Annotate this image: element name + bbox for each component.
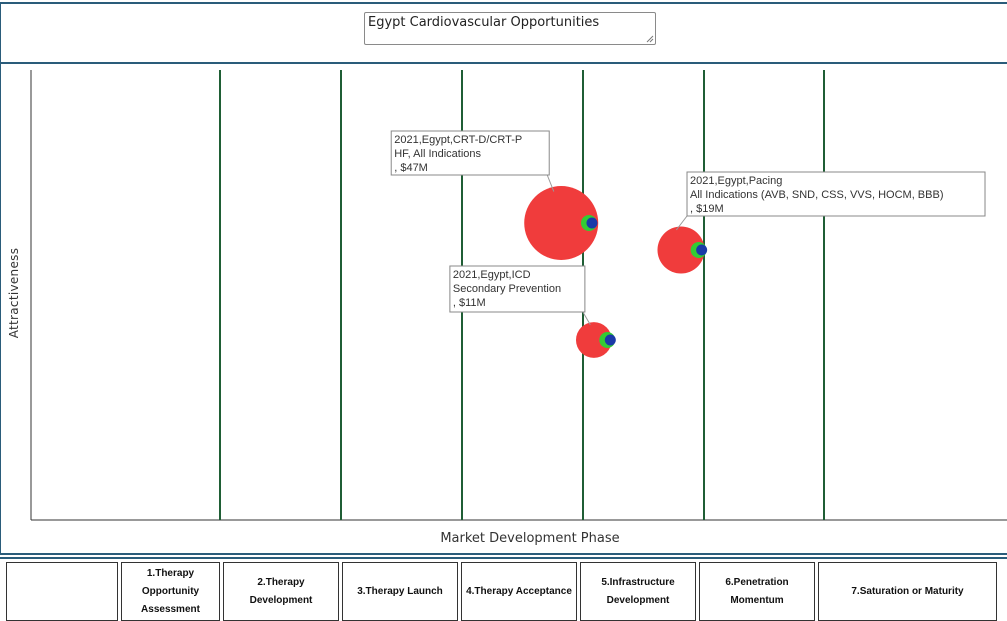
bubble-label-text: Secondary Prevention: [453, 283, 561, 295]
bubble-label-text: 2021,Egypt,CRT-D/CRT-P: [394, 134, 522, 146]
bubble-label-text: , $47M: [394, 162, 428, 174]
phase-cell: 4.Therapy Acceptance: [461, 562, 577, 621]
bubble-chart: 2021,Egypt,CRT-D/CRT-P HF, All Indication…: [30, 70, 1007, 521]
phase-cell: 3.Therapy Launch: [342, 562, 458, 621]
bubble-label-text: HF, All Indications: [394, 148, 481, 160]
phase-cell: 5.Infrastructure Development: [580, 562, 696, 621]
bubble-center-marker: [696, 244, 708, 256]
bubble-label-text: All Indications (AVB, SND, CSS, VVS, HOC…: [690, 189, 943, 201]
bubble-label-text: 2021,Egypt,Pacing: [690, 175, 782, 187]
phase-cell: [6, 562, 118, 621]
bubble-label-text: , $11M: [453, 297, 486, 309]
label-leader-line: [582, 311, 591, 326]
phase-cell: 7.Saturation or Maturity: [818, 562, 997, 621]
phase-cell: 2.Therapy Development: [223, 562, 339, 621]
phase-cell: 6.Penetration Momentum: [699, 562, 815, 621]
x-axis-label: Market Development Phase: [440, 531, 620, 546]
bubble-center-marker: [604, 334, 616, 346]
y-axis-label: Attractiveness: [7, 247, 21, 339]
bubble-label-text: 2021,Egypt,ICD: [453, 269, 531, 281]
phase-cell: 1.Therapy Opportunity Assessment: [121, 562, 220, 621]
bubble-label-text: , $19M: [690, 203, 724, 215]
bubble-center-marker: [586, 217, 598, 229]
